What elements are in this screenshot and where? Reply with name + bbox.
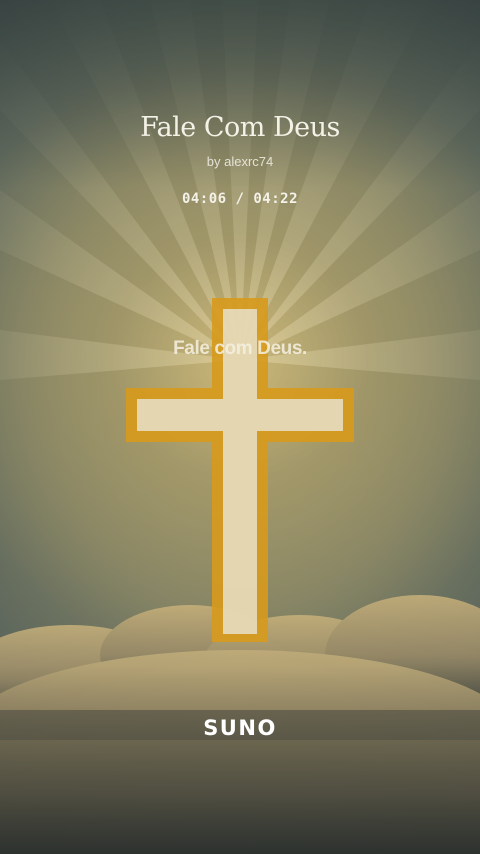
lyric-line: Fale com Deus. xyxy=(173,338,307,359)
song-title: Fale Com Deus xyxy=(140,112,340,143)
suno-logo: SUNO xyxy=(203,716,277,740)
playback-time: 04:06 / 04:22 xyxy=(181,191,299,207)
artist-credit: by alexrc74 xyxy=(206,154,274,169)
player-screen: Fale Com Deus by alexrc74 04:06 / 04:22 … xyxy=(0,0,480,854)
